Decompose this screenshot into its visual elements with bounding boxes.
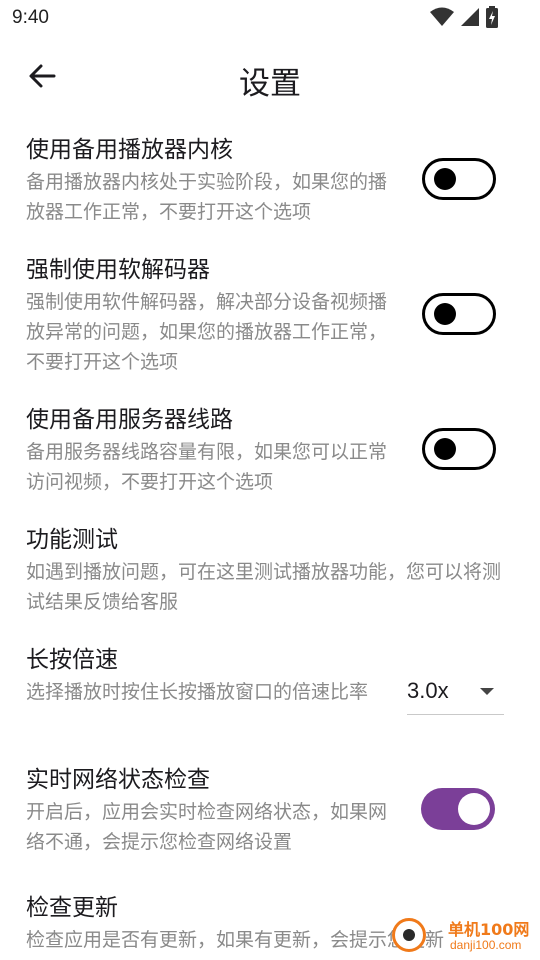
watermark-logo-icon [392, 918, 426, 952]
status-icons [430, 6, 498, 32]
switch-thumb [434, 438, 456, 460]
setting-description: 备用服务器线路容量有限，如果您可以正常访问视频，不要打开这个选项 [26, 441, 388, 493]
setting-description: 选择播放时按住长按播放窗口的倍速比率 [26, 681, 369, 703]
switch-thumb [434, 168, 456, 190]
setting-title: 长按倍速 [26, 647, 118, 673]
setting-description: 强制使用软件解码器，解决部分设备视频播放异常的问题，如果您的播放器工作正常，不要… [26, 291, 388, 373]
setting-function-test[interactable]: 功能测试 如遇到播放问题，可在这里测试播放器功能，您可以将测试结果反馈给客服 [26, 525, 516, 617]
page-title: 设置 [239, 66, 301, 102]
network-check-switch[interactable] [421, 788, 495, 830]
battery-icon [486, 6, 498, 32]
backup-player-kernel-switch[interactable] [422, 158, 496, 200]
setting-description: 如遇到播放问题，可在这里测试播放器功能，您可以将测试结果反馈给客服 [26, 561, 502, 613]
watermark-url: danji100.com [450, 938, 522, 952]
speed-dropdown-value: 3.0x [407, 678, 449, 703]
setting-title: 功能测试 [26, 527, 118, 553]
switch-thumb [458, 793, 490, 825]
switch-thumb [434, 303, 456, 325]
backup-server-line-switch[interactable] [422, 428, 496, 470]
dropdown-arrow-icon [480, 688, 494, 695]
speed-dropdown[interactable]: 3.0x [407, 676, 504, 715]
force-soft-decoder-switch[interactable] [422, 293, 496, 335]
status-time: 9:40 [12, 7, 49, 28]
wifi-icon [430, 7, 454, 31]
watermark: 单机100网 danji100.com [392, 914, 537, 960]
status-bar: 9:40 [0, 0, 540, 36]
top-app-bar: 设置 [0, 48, 540, 108]
setting-description: 开启后，应用会实时检查网络状态，如果网络不通，会提示您检查网络设置 [26, 801, 388, 853]
cell-signal-icon [460, 7, 480, 31]
watermark-title: 单机100网 [448, 920, 530, 939]
setting-description: 备用播放器内核处于实验阶段，如果您的播放器工作正常，不要打开这个选项 [26, 171, 388, 223]
setting-title: 强制使用软解码器 [26, 257, 210, 283]
